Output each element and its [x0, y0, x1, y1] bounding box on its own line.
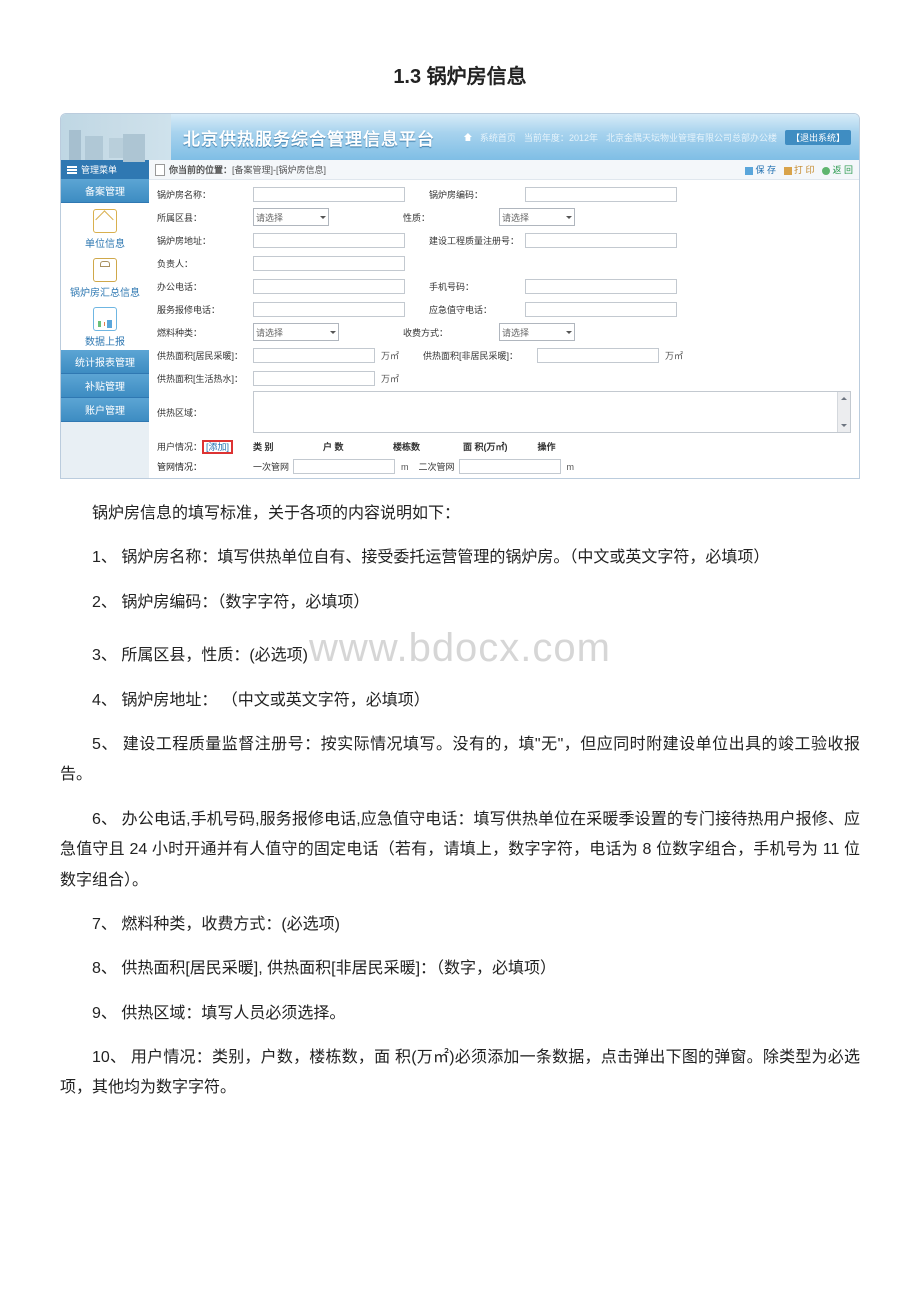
input-duty-tel[interactable] — [525, 302, 677, 317]
header-buildings-decor — [61, 114, 171, 160]
label-nature: 性质： — [403, 211, 495, 224]
input-addr[interactable] — [253, 233, 405, 248]
sidebar-item-subsidy[interactable]: 补贴管理 — [61, 374, 149, 398]
breadcrumb-path: [备案管理]-[锅炉房信息] — [232, 163, 326, 176]
input-mobile[interactable] — [525, 279, 677, 294]
menu-icon — [67, 166, 77, 174]
doc-item: 1、 锅炉房名称：填写供热单位自有、接受委托运营管理的锅炉房。（中文或英文字符，… — [60, 543, 860, 573]
chevron-down-icon — [566, 331, 572, 337]
doc-item: 3、 所属区县，性质：(必选项) — [60, 641, 860, 671]
breadcrumb-label: 你当前的位置： — [169, 163, 232, 176]
input-cons-no[interactable] — [525, 233, 677, 248]
input-area-nonres[interactable] — [537, 348, 659, 363]
input-office-tel[interactable] — [253, 279, 405, 294]
clipboard-icon — [93, 258, 117, 282]
add-user-button[interactable]: [添加] — [202, 440, 233, 454]
label-pipe1: 一次管网 — [253, 460, 289, 473]
back-button[interactable]: 返 回 — [822, 163, 853, 176]
doc-item: 5、 建设工程质量监督注册号：按实际情况填写。没有的，填"无"，但应同时附建设单… — [60, 730, 860, 791]
doc-item: 8、 供热面积[居民采暖], 供热面积[非居民采暖]：（数字，必填项） — [60, 954, 860, 984]
user-table-header: 类 别 户 数 楼栋数 面 积(万㎡) 操作 — [253, 440, 578, 453]
doc-item: 10、 用户情况：类别，户数，楼栋数，面 积(万㎡)必须添加一条数据，点击弹出下… — [60, 1043, 860, 1104]
app-screenshot: 北京供热服务综合管理信息平台 系统首页 当前年度：2012年 北京金隅天坛物业管… — [60, 113, 860, 479]
unit-area: 万㎡ — [381, 349, 399, 362]
label-area-hot: 供热面积[生活热水]： — [157, 372, 249, 385]
doc-item: 6、 办公电话,手机号码,服务报修电话,应急值守电话：填写供热单位在采暖季设置的… — [60, 805, 860, 896]
doc-title: 1.3 锅炉房信息 — [60, 60, 860, 89]
print-button[interactable]: 打 印 — [784, 163, 815, 176]
company-name: 北京金隅天坛物业管理有限公司总部办公楼 — [606, 131, 777, 144]
doc-item: 4、 锅炉房地址： （中文或英文字符，必填项） — [60, 686, 860, 716]
input-pipe2[interactable] — [459, 459, 561, 474]
sidebar-item-filing[interactable]: 备案管理 — [61, 179, 149, 203]
sidebar-item-stats[interactable]: 统计报表管理 — [61, 350, 149, 374]
unit-area: 万㎡ — [381, 372, 399, 385]
label-cons-no: 建设工程质量注册号： — [429, 234, 521, 247]
logout-button[interactable]: 【退出系统】 — [785, 130, 851, 145]
input-pipe1[interactable] — [293, 459, 395, 474]
doc-icon — [155, 164, 165, 176]
scrollbar[interactable] — [837, 392, 850, 432]
doc-item: 9、 供热区域：填写人员必须选择。 — [60, 999, 860, 1029]
input-boiler-code[interactable] — [525, 187, 677, 202]
textarea-zone[interactable] — [253, 391, 851, 433]
label-mobile: 手机号码： — [429, 280, 521, 293]
label-zone: 供热区域： — [157, 406, 249, 419]
chevron-down-icon — [320, 216, 326, 222]
input-person[interactable] — [253, 256, 405, 271]
link-home[interactable]: 系统首页 — [480, 131, 516, 144]
home-icon — [464, 133, 472, 141]
chevron-down-icon — [566, 216, 572, 222]
label-user-situation: 用户情况：[添加] — [157, 440, 249, 453]
select-district[interactable]: 请选择 — [253, 208, 329, 226]
label-boiler-name: 锅炉房名称： — [157, 188, 249, 201]
doc-item: 7、 燃料种类，收费方式：(必选项) — [60, 910, 860, 940]
input-area-hot[interactable] — [253, 371, 375, 386]
unit-m: m — [565, 462, 581, 472]
label-addr: 锅炉房地址： — [157, 234, 249, 247]
breadcrumb: 你当前的位置： [备案管理]-[锅炉房信息] 保 存 打 印 返 回 — [149, 160, 859, 180]
unit-m: m — [399, 462, 415, 472]
year-label: 当前年度：2012年 — [524, 131, 598, 144]
label-duty-tel: 应急值守电话： — [429, 303, 521, 316]
label-office-tel: 办公电话： — [157, 280, 249, 293]
pencil-icon — [93, 209, 117, 233]
label-person: 负责人： — [157, 257, 249, 270]
doc-item: 2、 锅炉房编码：（数字字符，必填项） — [60, 588, 860, 618]
sidebar-item-account[interactable]: 账户管理 — [61, 398, 149, 422]
sidebar: 管理菜单 备案管理 单位信息 锅炉房汇总信息 数据上报 统计报表管理 补贴管理 … — [61, 160, 149, 478]
label-charge: 收费方式： — [403, 326, 495, 339]
label-area-nonres: 供热面积[非居民采暖]： — [423, 349, 533, 362]
select-charge[interactable]: 请选择 — [499, 323, 575, 341]
app-title: 北京供热服务综合管理信息平台 — [183, 125, 435, 150]
label-pipe2: 二次管网 — [419, 460, 455, 473]
app-header: 北京供热服务综合管理信息平台 系统首页 当前年度：2012年 北京金隅天坛物业管… — [61, 114, 859, 160]
sidebar-card-unit[interactable]: 单位信息 — [61, 203, 149, 252]
sidebar-card-boiler[interactable]: 锅炉房汇总信息 — [61, 252, 149, 301]
label-pipe: 管网情况： — [157, 460, 249, 473]
sidebar-card-data[interactable]: 数据上报 — [61, 301, 149, 350]
doc-intro: 锅炉房信息的填写标准，关于各项的内容说明如下： — [60, 499, 860, 529]
form: 锅炉房名称： 锅炉房编码： 所属区县： 请选择 性质： 请选择 锅炉房地址： — [149, 180, 859, 478]
input-boiler-name[interactable] — [253, 187, 405, 202]
select-fuel[interactable]: 请选择 — [253, 323, 339, 341]
chevron-down-icon — [330, 331, 336, 337]
input-area-res[interactable] — [253, 348, 375, 363]
chart-icon — [93, 307, 117, 331]
select-nature[interactable]: 请选择 — [499, 208, 575, 226]
label-fuel: 燃料种类： — [157, 326, 249, 339]
label-district: 所属区县： — [157, 211, 249, 224]
input-repair-tel[interactable] — [253, 302, 405, 317]
unit-area: 万㎡ — [665, 349, 683, 362]
label-repair-tel: 服务报修电话： — [157, 303, 249, 316]
sidebar-header: 管理菜单 — [61, 160, 149, 179]
save-button[interactable]: 保 存 — [745, 163, 776, 176]
label-area-res: 供热面积[居民采暖]： — [157, 349, 249, 362]
label-boiler-code: 锅炉房编码： — [429, 188, 521, 201]
